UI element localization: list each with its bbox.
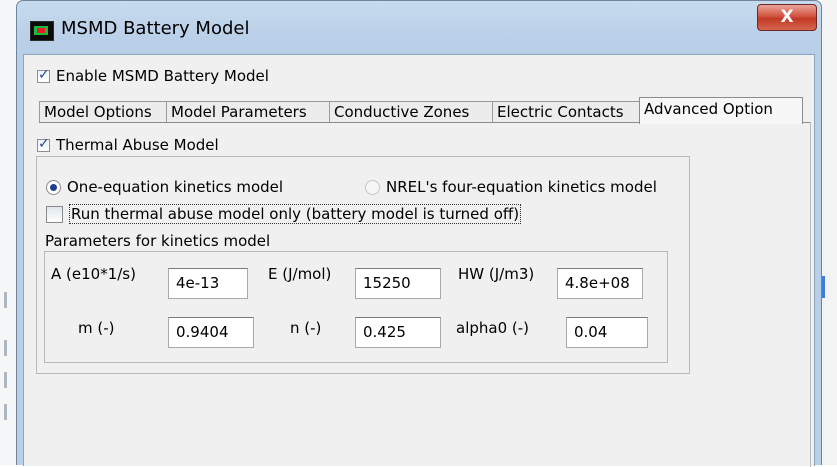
dialog-window: MSMD Battery Model X Enable MSMD Battery… bbox=[16, 0, 822, 467]
run-only-label: Run thermal abuse model only (battery mo… bbox=[69, 204, 522, 224]
window-title: MSMD Battery Model bbox=[61, 18, 250, 39]
tab-advanced-option[interactable]: Advanced Option bbox=[639, 97, 803, 124]
tab-model-options[interactable]: Model Options bbox=[39, 101, 167, 122]
param-n-input[interactable]: 0.425 bbox=[355, 317, 441, 348]
dialog-body: Enable MSMD Battery Model Model Options … bbox=[23, 54, 815, 467]
background-marker bbox=[4, 404, 7, 420]
radio-four-equation[interactable] bbox=[365, 179, 380, 195]
radio-one-equation-label: One-equation kinetics model bbox=[67, 178, 284, 196]
tab-panel-border-right bbox=[810, 122, 811, 467]
thermal-abuse-checkbox[interactable] bbox=[37, 136, 50, 152]
tab-model-parameters[interactable]: Model Parameters bbox=[166, 101, 330, 122]
background-app-strip bbox=[0, 0, 16, 465]
enable-msmd-label: Enable MSMD Battery Model bbox=[56, 67, 269, 85]
close-button[interactable]: X bbox=[757, 4, 817, 31]
background-marker bbox=[4, 372, 7, 388]
param-m-input[interactable]: 0.9404 bbox=[168, 317, 254, 348]
background-app-strip-right bbox=[822, 0, 837, 465]
radio-four-equation-label: NREL's four-equation kinetics model bbox=[386, 178, 657, 196]
background-marker bbox=[4, 292, 7, 308]
background-scroll-marker bbox=[822, 276, 825, 298]
enable-msmd-checkbox[interactable] bbox=[37, 67, 50, 83]
thermal-abuse-checkbox-row[interactable]: Thermal Abuse Model bbox=[37, 136, 219, 154]
run-only-checkbox[interactable] bbox=[46, 205, 63, 223]
tab-conductive-zones[interactable]: Conductive Zones bbox=[329, 101, 493, 122]
param-alpha0-label: alpha0 (-) bbox=[456, 319, 530, 337]
title-bar[interactable]: MSMD Battery Model X bbox=[17, 1, 821, 53]
radio-one-equation-row[interactable]: One-equation kinetics model bbox=[46, 178, 283, 196]
enable-msmd-checkbox-row[interactable]: Enable MSMD Battery Model bbox=[37, 67, 269, 85]
param-e-input[interactable]: 15250 bbox=[355, 268, 441, 299]
param-hw-label: HW (J/m3) bbox=[458, 265, 535, 283]
tab-electric-contacts[interactable]: Electric Contacts bbox=[492, 101, 640, 122]
kinetics-params-caption: Parameters for kinetics model bbox=[45, 232, 271, 250]
param-n-label: n (-) bbox=[290, 319, 322, 337]
thermal-abuse-label: Thermal Abuse Model bbox=[56, 136, 219, 154]
background-marker bbox=[4, 340, 7, 356]
param-hw-input[interactable]: 4.8e+08 bbox=[557, 268, 643, 299]
app-icon bbox=[30, 21, 54, 41]
radio-one-equation[interactable] bbox=[46, 179, 61, 195]
param-m-label: m (-) bbox=[78, 319, 115, 337]
param-alpha0-input[interactable]: 0.04 bbox=[566, 317, 648, 348]
run-only-checkbox-row[interactable]: Run thermal abuse model only (battery mo… bbox=[46, 204, 522, 224]
param-a-input[interactable]: 4e-13 bbox=[168, 268, 248, 299]
param-e-label: E (J/mol) bbox=[268, 265, 332, 283]
param-a-label: A (e10*1/s) bbox=[51, 265, 136, 283]
radio-four-equation-row[interactable]: NREL's four-equation kinetics model bbox=[365, 178, 657, 196]
